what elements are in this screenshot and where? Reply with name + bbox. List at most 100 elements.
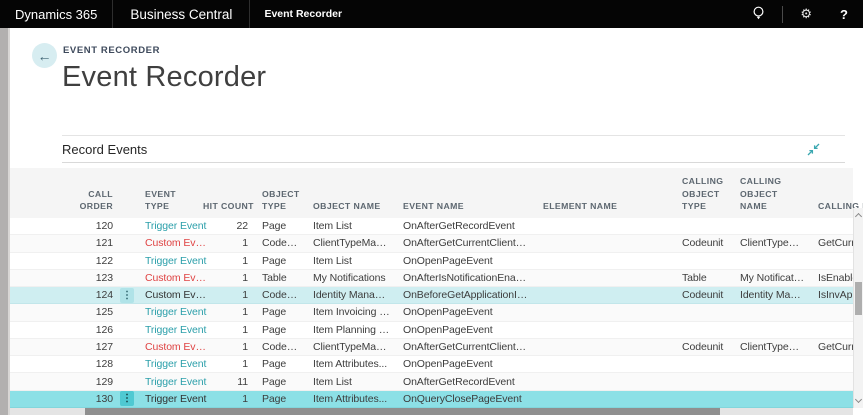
page-content: ← EVENT RECORDER Event Recorder Record E… (10, 28, 863, 415)
business-central-home-link[interactable]: Business Central (113, 0, 249, 28)
col-header-call-order[interactable]: CALL ORDER (10, 188, 113, 218)
cell-object-type: Page (249, 255, 302, 267)
col-header-calling-object-type[interactable]: CALLING OBJECT TYPE (669, 175, 727, 218)
topbar-divider (782, 6, 783, 23)
table-row[interactable]: 128 Trigger Event 1 Page Item Attributes… (10, 356, 853, 373)
cell-object-name: Item Invoicing F... (302, 306, 390, 318)
dynamics-365-home-link[interactable]: Dynamics 365 (0, 0, 112, 28)
cell-call-order: 129 (10, 376, 113, 388)
cell-object-type: Table (249, 272, 302, 284)
settings-gear-icon[interactable]: ⚙ (787, 6, 825, 22)
table-row[interactable]: 121 Custom Eve... 1 Codeunit ClientTypeM… (10, 235, 853, 252)
col-header-object-name[interactable]: OBJECT NAME (302, 200, 390, 218)
table-row[interactable]: 122 Trigger Event 1 Page Item List OnOpe… (10, 253, 853, 270)
vertical-scrollbar[interactable] (853, 208, 863, 408)
cell-object-type: Page (249, 306, 302, 318)
cell-event-type[interactable]: Custom Eve... (141, 289, 213, 301)
horizontal-scrollbar-thumb[interactable] (85, 408, 720, 415)
cell-call-order: 126 (10, 324, 113, 336)
cell-event-name: OnAfterIsNotificationEnabled (390, 272, 530, 284)
cell-object-name: Item Attributes... (302, 393, 390, 405)
cell-calling-object-name: ClientTypeMana... (727, 237, 805, 249)
cell-event-type[interactable]: Trigger Event (141, 376, 213, 388)
cell-object-type: Codeunit (249, 237, 302, 249)
cell-object-name: Item Planning F... (302, 324, 390, 336)
table-row[interactable]: 126 Trigger Event 1 Page Item Planning F… (10, 322, 853, 339)
cell-object-name: Item List (302, 376, 390, 388)
record-events-section: Record Events (62, 135, 845, 163)
topbar-actions: ⚙ ? (739, 0, 863, 28)
cell-call-order: 124 (10, 289, 113, 301)
cell-object-name: My Notifications (302, 272, 390, 284)
cell-row-menu: ⋮ (113, 391, 141, 406)
col-header-hit-count[interactable]: HIT COUNT (203, 200, 249, 218)
cell-call-order: 125 (10, 306, 113, 318)
cell-event-type[interactable]: Trigger Event (141, 306, 213, 318)
table-row[interactable]: 125 Trigger Event 1 Page Item Invoicing … (10, 304, 853, 321)
breadcrumb: EVENT RECORDER (63, 45, 160, 56)
table-row[interactable]: 130 ⋮ Trigger Event 1 Page Item Attribut… (10, 391, 853, 408)
cell-object-type: Page (249, 393, 302, 405)
cell-object-type: Codeunit (249, 289, 302, 301)
cell-event-type[interactable]: Custom Eve... (141, 237, 213, 249)
table-row[interactable]: 129 Trigger Event 11 Page Item List OnAf… (10, 373, 853, 390)
cell-event-type[interactable]: Trigger Event (141, 324, 213, 336)
cell-hit-count: 1 (213, 272, 249, 284)
col-header-element-name[interactable]: ELEMENT NAME (530, 200, 669, 218)
topbar-page-title: Event Recorder (250, 0, 356, 28)
cell-calling-object-name: Identity Manage... (727, 289, 805, 301)
cell-hit-count: 1 (213, 289, 249, 301)
page-title: Event Recorder (62, 61, 266, 94)
cell-hit-count: 11 (213, 376, 249, 388)
col-header-calling-object-name[interactable]: CALLING OBJECT NAME (727, 175, 805, 218)
col-header-event-name[interactable]: EVENT NAME (390, 200, 530, 218)
cell-event-name: OnAfterGetRecordEvent (390, 376, 530, 388)
vertical-scrollbar-thumb[interactable] (855, 282, 862, 315)
help-icon[interactable]: ? (825, 7, 863, 22)
scroll-up-icon[interactable] (855, 213, 862, 220)
cell-hit-count: 22 (213, 220, 249, 232)
cell-object-name: Item List (302, 220, 390, 232)
window-left-edge (0, 28, 10, 415)
col-header-event-type[interactable]: EVENT TYPE (141, 188, 203, 218)
cell-calling-object-type: Codeunit (669, 289, 727, 301)
cell-call-order: 120 (10, 220, 113, 232)
tell-me-lightbulb-icon[interactable] (739, 6, 778, 22)
collapse-arrows-icon[interactable] (806, 142, 821, 157)
cell-hit-count: 1 (213, 306, 249, 318)
table-row[interactable]: 124 ⋮ Custom Eve... 1 Codeunit Identity … (10, 287, 853, 304)
cell-event-type[interactable]: Trigger Event (141, 393, 213, 405)
table-row[interactable]: 120 Trigger Event 22 Page Item List OnAf… (10, 218, 853, 235)
scroll-down-icon[interactable] (855, 396, 862, 403)
cell-hit-count: 1 (213, 358, 249, 370)
table-row[interactable]: 127 Custom Eve... 1 Codeunit ClientTypeM… (10, 339, 853, 356)
cell-calling-object-type: Codeunit (669, 237, 727, 249)
cell-event-name: OnAfterGetCurrentClientType (390, 237, 530, 249)
cell-object-type: Page (249, 324, 302, 336)
cell-event-type[interactable]: Trigger Event (141, 255, 213, 267)
cell-event-type[interactable]: Custom Eve... (141, 341, 213, 353)
cell-object-type: Page (249, 376, 302, 388)
col-header-object-type[interactable]: OBJECT TYPE (249, 188, 302, 218)
cell-event-type[interactable]: Custom Eve... (141, 272, 213, 284)
cell-event-name: OnOpenPageEvent (390, 255, 530, 267)
cell-event-name: OnQueryClosePageEvent (390, 393, 530, 405)
cell-calling-object-name: My Notifications (727, 272, 805, 284)
cell-hit-count: 1 (213, 341, 249, 353)
row-menu-dots-icon[interactable]: ⋮ (120, 391, 134, 406)
cell-row-menu: ⋮ (113, 288, 141, 303)
table-row[interactable]: 123 Custom Eve... 1 Table My Notificatio… (10, 270, 853, 287)
back-button[interactable]: ← (32, 43, 57, 68)
cell-event-type[interactable]: Trigger Event (141, 358, 213, 370)
cell-event-name: OnOpenPageEvent (390, 306, 530, 318)
cell-object-name: Identity Manage... (302, 289, 390, 301)
section-title: Record Events (62, 142, 147, 157)
cell-call-order: 128 (10, 358, 113, 370)
horizontal-scrollbar[interactable] (10, 408, 853, 415)
cell-calling-method: IsInvAppl (805, 289, 860, 301)
cell-event-type[interactable]: Trigger Event (141, 220, 213, 232)
table-header-row: CALL ORDER EVENT TYPE HIT COUNT OBJECT T… (10, 168, 853, 218)
row-menu-dots-icon[interactable]: ⋮ (120, 288, 134, 303)
cell-hit-count: 1 (213, 237, 249, 249)
cell-hit-count: 1 (213, 324, 249, 336)
